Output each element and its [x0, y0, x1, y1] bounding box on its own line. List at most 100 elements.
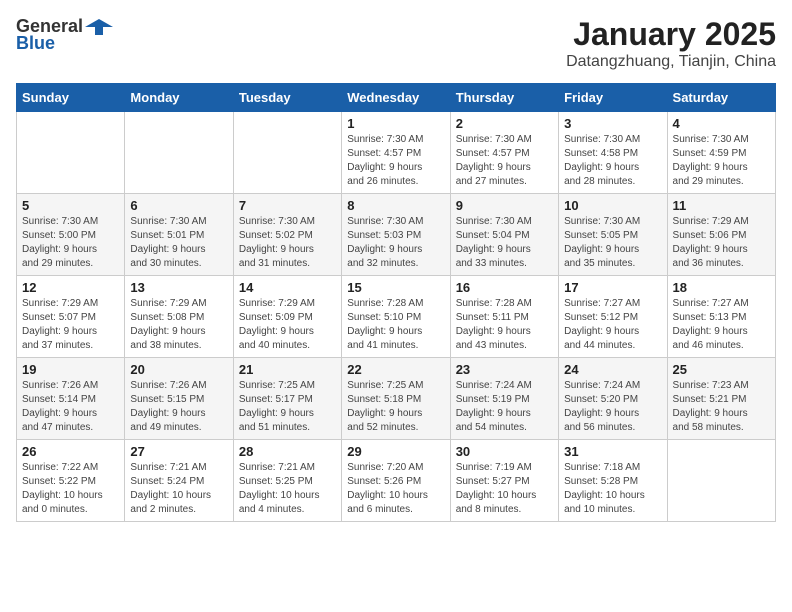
- calendar-cell-w0d5: 3 Sunrise: 7:30 AM Sunset: 4:58 PM Daylig…: [559, 112, 667, 194]
- calendar-cell-w1d5: 10 Sunrise: 7:30 AM Sunset: 5:05 PM Dayli…: [559, 194, 667, 276]
- day-info: Sunrise: 7:21 AM Sunset: 5:24 PM Dayligh…: [130, 461, 227, 517]
- header-tuesday: Tuesday: [233, 84, 341, 112]
- day-number: 21: [239, 362, 336, 377]
- day-info: Sunrise: 7:22 AM Sunset: 5:22 PM Dayligh…: [22, 461, 119, 517]
- calendar-cell-w1d0: 5 Sunrise: 7:30 AM Sunset: 5:00 PM Daylig…: [17, 194, 125, 276]
- day-number: 24: [564, 362, 661, 377]
- day-info: Sunrise: 7:29 AM Sunset: 5:09 PM Dayligh…: [239, 297, 336, 353]
- day-number: 12: [22, 280, 119, 295]
- logo: General Blue: [16, 16, 113, 54]
- calendar-cell-w1d2: 7Sunrise: 7:30 AM Sunset: 5:02 PM Daylig…: [233, 194, 341, 276]
- header-saturday: Saturday: [667, 84, 775, 112]
- calendar-week-4: 26 Sunrise: 7:22 AM Sunset: 5:22 PM Dayli…: [17, 440, 776, 522]
- calendar-cell-w3d1: 20Sunrise: 7:26 AM Sunset: 5:15 PM Dayli…: [125, 358, 233, 440]
- calendar-title: January 2025: [566, 16, 776, 53]
- day-number: 8: [347, 198, 444, 213]
- day-info: Sunrise: 7:29 AM Sunset: 5:08 PM Dayligh…: [130, 297, 227, 353]
- day-number: 19: [22, 362, 119, 377]
- header-wednesday: Wednesday: [342, 84, 450, 112]
- day-info: Sunrise: 7:30 AM Sunset: 5:00 PM Dayligh…: [22, 215, 119, 271]
- title-block: January 2025 Datangzhuang, Tianjin, Chin…: [566, 16, 776, 71]
- day-info: Sunrise: 7:30 AM Sunset: 4:57 PM Dayligh…: [456, 133, 553, 189]
- calendar-table: Sunday Monday Tuesday Wednesday Thursday…: [16, 83, 776, 522]
- day-number: 25: [673, 362, 770, 377]
- calendar-cell-w0d4: 2 Sunrise: 7:30 AM Sunset: 4:57 PM Daylig…: [450, 112, 558, 194]
- calendar-cell-w1d6: 11 Sunrise: 7:29 AM Sunset: 5:06 PM Dayli…: [667, 194, 775, 276]
- day-number: 18: [673, 280, 770, 295]
- calendar-cell-w0d0: [17, 112, 125, 194]
- day-number: 2: [456, 116, 553, 131]
- day-info: Sunrise: 7:28 AM Sunset: 5:11 PM Dayligh…: [456, 297, 553, 353]
- day-number: 1: [347, 116, 444, 131]
- day-number: 22: [347, 362, 444, 377]
- day-number: 23: [456, 362, 553, 377]
- calendar-cell-w3d5: 24 Sunrise: 7:24 AM Sunset: 5:20 PM Dayli…: [559, 358, 667, 440]
- day-number: 9: [456, 198, 553, 213]
- logo-blue-text: Blue: [16, 33, 55, 54]
- days-header-row: Sunday Monday Tuesday Wednesday Thursday…: [17, 84, 776, 112]
- calendar-cell-w4d4: 30 Sunrise: 7:19 AM Sunset: 5:27 PM Dayli…: [450, 440, 558, 522]
- logo-bird-icon: [85, 17, 113, 37]
- day-info: Sunrise: 7:24 AM Sunset: 5:19 PM Dayligh…: [456, 379, 553, 435]
- header-friday: Friday: [559, 84, 667, 112]
- day-number: 13: [130, 280, 227, 295]
- day-number: 15: [347, 280, 444, 295]
- calendar-week-1: 5 Sunrise: 7:30 AM Sunset: 5:00 PM Daylig…: [17, 194, 776, 276]
- day-info: Sunrise: 7:27 AM Sunset: 5:12 PM Dayligh…: [564, 297, 661, 353]
- day-info: Sunrise: 7:26 AM Sunset: 5:15 PM Dayligh…: [130, 379, 227, 435]
- header-sunday: Sunday: [17, 84, 125, 112]
- day-info: Sunrise: 7:30 AM Sunset: 4:58 PM Dayligh…: [564, 133, 661, 189]
- calendar-week-2: 12 Sunrise: 7:29 AM Sunset: 5:07 PM Dayli…: [17, 276, 776, 358]
- day-info: Sunrise: 7:28 AM Sunset: 5:10 PM Dayligh…: [347, 297, 444, 353]
- calendar-cell-w0d6: 4Sunrise: 7:30 AM Sunset: 4:59 PM Daylig…: [667, 112, 775, 194]
- calendar-cell-w3d2: 21 Sunrise: 7:25 AM Sunset: 5:17 PM Dayli…: [233, 358, 341, 440]
- day-info: Sunrise: 7:29 AM Sunset: 5:06 PM Dayligh…: [673, 215, 770, 271]
- calendar-cell-w3d3: 22Sunrise: 7:25 AM Sunset: 5:18 PM Dayli…: [342, 358, 450, 440]
- day-info: Sunrise: 7:26 AM Sunset: 5:14 PM Dayligh…: [22, 379, 119, 435]
- day-number: 10: [564, 198, 661, 213]
- calendar-cell-w2d4: 16 Sunrise: 7:28 AM Sunset: 5:11 PM Dayli…: [450, 276, 558, 358]
- day-info: Sunrise: 7:23 AM Sunset: 5:21 PM Dayligh…: [673, 379, 770, 435]
- calendar-subtitle: Datangzhuang, Tianjin, China: [566, 53, 776, 71]
- day-info: Sunrise: 7:27 AM Sunset: 5:13 PM Dayligh…: [673, 297, 770, 353]
- day-number: 26: [22, 444, 119, 459]
- calendar-cell-w4d5: 31Sunrise: 7:18 AM Sunset: 5:28 PM Dayli…: [559, 440, 667, 522]
- day-info: Sunrise: 7:30 AM Sunset: 5:01 PM Dayligh…: [130, 215, 227, 271]
- header-monday: Monday: [125, 84, 233, 112]
- day-info: Sunrise: 7:30 AM Sunset: 5:04 PM Dayligh…: [456, 215, 553, 271]
- day-number: 11: [673, 198, 770, 213]
- calendar-cell-w1d1: 6 Sunrise: 7:30 AM Sunset: 5:01 PM Daylig…: [125, 194, 233, 276]
- day-number: 6: [130, 198, 227, 213]
- day-number: 3: [564, 116, 661, 131]
- day-number: 14: [239, 280, 336, 295]
- calendar-cell-w2d6: 18 Sunrise: 7:27 AM Sunset: 5:13 PM Dayli…: [667, 276, 775, 358]
- day-info: Sunrise: 7:24 AM Sunset: 5:20 PM Dayligh…: [564, 379, 661, 435]
- day-number: 7: [239, 198, 336, 213]
- calendar-week-3: 19 Sunrise: 7:26 AM Sunset: 5:14 PM Dayli…: [17, 358, 776, 440]
- day-info: Sunrise: 7:19 AM Sunset: 5:27 PM Dayligh…: [456, 461, 553, 517]
- day-number: 30: [456, 444, 553, 459]
- day-info: Sunrise: 7:30 AM Sunset: 4:59 PM Dayligh…: [673, 133, 770, 189]
- calendar-cell-w0d1: [125, 112, 233, 194]
- calendar-cell-w4d0: 26 Sunrise: 7:22 AM Sunset: 5:22 PM Dayli…: [17, 440, 125, 522]
- calendar-cell-w3d0: 19 Sunrise: 7:26 AM Sunset: 5:14 PM Dayli…: [17, 358, 125, 440]
- day-number: 16: [456, 280, 553, 295]
- day-info: Sunrise: 7:18 AM Sunset: 5:28 PM Dayligh…: [564, 461, 661, 517]
- calendar-cell-w4d1: 27Sunrise: 7:21 AM Sunset: 5:24 PM Dayli…: [125, 440, 233, 522]
- calendar-cell-w4d2: 28Sunrise: 7:21 AM Sunset: 5:25 PM Dayli…: [233, 440, 341, 522]
- calendar-cell-w3d6: 25 Sunrise: 7:23 AM Sunset: 5:21 PM Dayli…: [667, 358, 775, 440]
- day-number: 28: [239, 444, 336, 459]
- calendar-week-0: 1 Sunrise: 7:30 AM Sunset: 4:57 PM Daylig…: [17, 112, 776, 194]
- day-info: Sunrise: 7:29 AM Sunset: 5:07 PM Dayligh…: [22, 297, 119, 353]
- day-info: Sunrise: 7:25 AM Sunset: 5:17 PM Dayligh…: [239, 379, 336, 435]
- day-info: Sunrise: 7:30 AM Sunset: 4:57 PM Dayligh…: [347, 133, 444, 189]
- calendar-cell-w4d6: [667, 440, 775, 522]
- calendar-cell-w1d4: 9 Sunrise: 7:30 AM Sunset: 5:04 PM Daylig…: [450, 194, 558, 276]
- day-number: 5: [22, 198, 119, 213]
- day-info: Sunrise: 7:30 AM Sunset: 5:05 PM Dayligh…: [564, 215, 661, 271]
- calendar-cell-w4d3: 29Sunrise: 7:20 AM Sunset: 5:26 PM Dayli…: [342, 440, 450, 522]
- calendar-cell-w1d3: 8 Sunrise: 7:30 AM Sunset: 5:03 PM Daylig…: [342, 194, 450, 276]
- day-number: 29: [347, 444, 444, 459]
- calendar-cell-w2d2: 14 Sunrise: 7:29 AM Sunset: 5:09 PM Dayli…: [233, 276, 341, 358]
- day-info: Sunrise: 7:30 AM Sunset: 5:03 PM Dayligh…: [347, 215, 444, 271]
